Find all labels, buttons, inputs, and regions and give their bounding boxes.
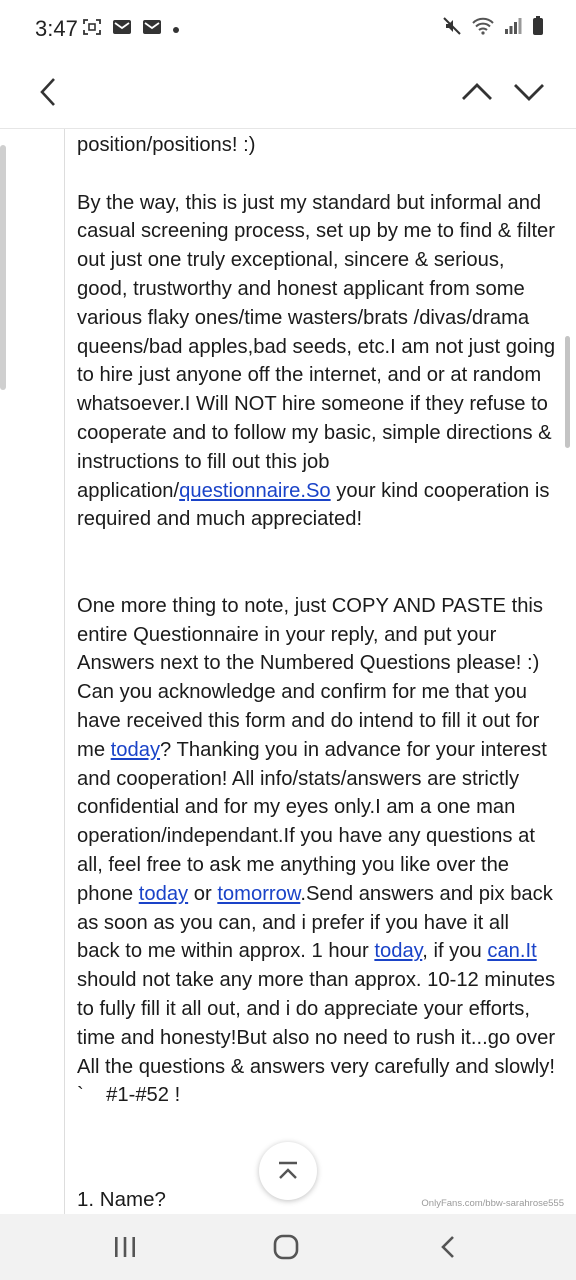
system-nav-bar [0,1214,576,1280]
back-button[interactable] [28,72,68,112]
status-bar: 3:47 [0,0,576,58]
previous-email-button[interactable] [454,72,500,112]
recents-icon [115,1237,135,1257]
recents-button[interactable] [95,1228,155,1266]
chevron-down-icon [514,84,544,101]
mute-icon [442,16,462,41]
scroll-to-top-button[interactable] [259,1142,317,1200]
today-link[interactable]: today [374,940,422,962]
home-button[interactable] [256,1228,316,1266]
body-paragraph-1: position/positions! :) [77,134,256,156]
chevron-up-icon [462,83,492,100]
left-scrollbar[interactable] [0,145,6,390]
nav-back-button[interactable] [418,1228,478,1266]
body-paragraph-3: One more thing to note, just COPY AND PA… [77,594,561,1107]
quote-divider [64,129,65,1214]
today-link[interactable]: today [111,739,160,761]
question-list-item: 1. Name? [77,1188,166,1211]
back-icon [441,1236,454,1258]
email-header [0,58,576,129]
watermark: OnlyFans.com/bbw-sarahrose555 [421,1198,564,1209]
right-scrollbar[interactable] [565,336,570,448]
questionnaire-link[interactable]: questionnaire.So [179,480,331,502]
body-paragraph-2: By the way, this is just my standard but… [77,191,561,531]
mail-icon [112,19,132,40]
battery-icon [532,16,544,41]
wifi-icon [472,17,494,40]
chevron-left-icon [40,78,55,106]
mail-icon [142,19,162,40]
scroll-to-top-icon [279,1161,297,1179]
signal-icon [504,17,522,40]
email-body: position/positions! :) By the way, this … [77,131,557,1110]
screenshot-icon [82,18,102,41]
next-email-button[interactable] [506,72,552,112]
can-it-link[interactable]: can.It [487,940,536,962]
status-time: 3:47 [35,16,78,41]
home-icon [273,1234,299,1260]
today-link[interactable]: today [139,883,188,905]
tomorrow-link[interactable]: tomorrow [217,883,300,905]
dot-icon [172,21,180,39]
